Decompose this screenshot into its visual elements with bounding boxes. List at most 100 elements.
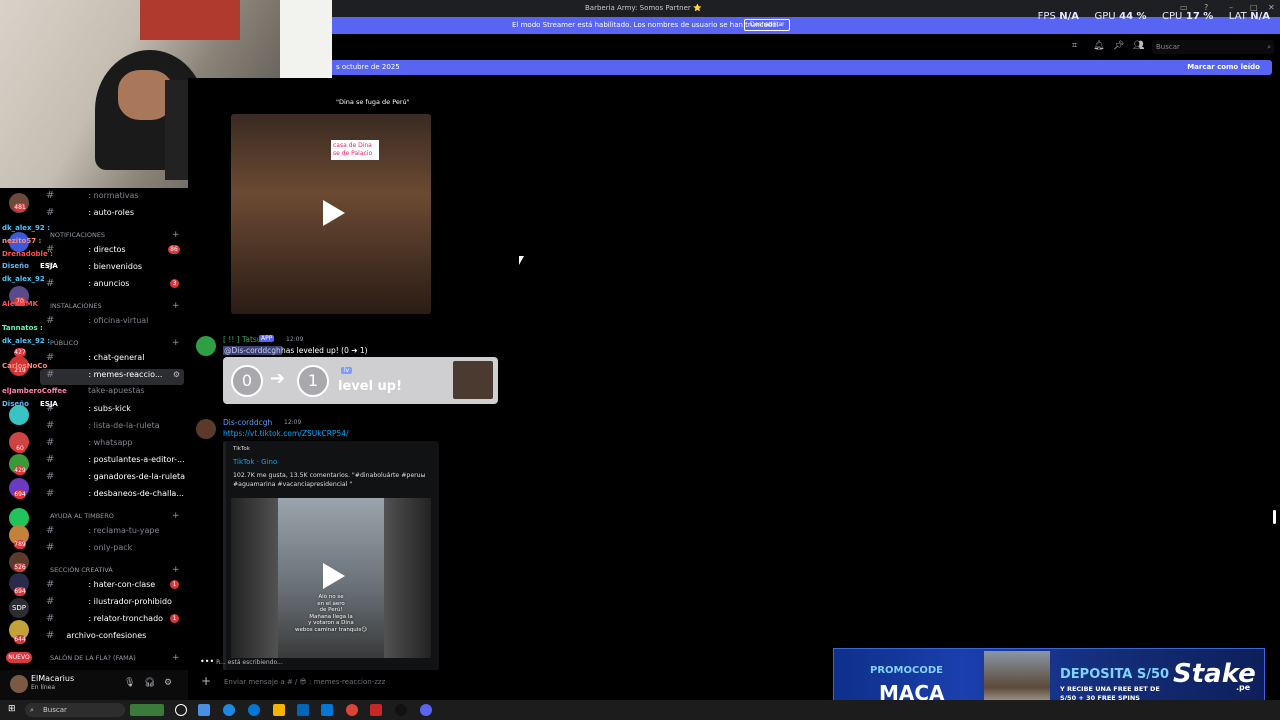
dis-username[interactable]: Dis-corddcgh [223, 418, 272, 427]
edge-icon[interactable] [248, 704, 260, 716]
channel-memes-reaccion[interactable]: # : memes-reaccio... ⚙ [40, 369, 184, 385]
channel-oficina-virtual[interactable]: #: oficina-virtual [46, 315, 148, 331]
scrollbar-thumb[interactable] [1273, 510, 1276, 524]
channel-ganadores[interactable]: #: ganadores-de-la-ruleta [46, 471, 185, 487]
hash-icon: # [46, 525, 55, 536]
video-caption: "Dina se fuga de Perú" [336, 98, 410, 106]
add-channel-icon[interactable]: + [172, 230, 180, 240]
channel-normativas[interactable]: #: normativas [46, 190, 139, 206]
embed-title[interactable]: TikTok · Gino [233, 458, 277, 466]
hash-icon: # [46, 596, 55, 607]
weather-widget-icon[interactable] [130, 704, 164, 716]
channel-relator-tronchado[interactable]: #: relator-tronchado [46, 613, 163, 629]
tatsu-avatar[interactable] [196, 336, 216, 356]
user-avatar[interactable] [10, 675, 28, 693]
unread-badge: 1 [170, 580, 179, 589]
copilot-icon[interactable] [223, 704, 235, 716]
play-icon[interactable] [323, 563, 345, 589]
server-icon[interactable] [9, 405, 29, 425]
threads-icon[interactable]: ⌗ [1072, 41, 1077, 51]
channel-archivo-confesiones[interactable]: # archivo-confesiones [46, 630, 146, 646]
dis-avatar[interactable] [196, 419, 216, 439]
category-ayuda-al-timbero[interactable]: AYUDA AL TIMBERO [50, 512, 114, 520]
add-channel-icon[interactable]: + [172, 511, 180, 521]
tatsu-username[interactable]: [ !! ] Tatsu [223, 335, 262, 344]
video-embed-1[interactable]: casa de Dina se de Palacio [231, 114, 431, 314]
channel-subs-kick[interactable]: #: subs-kick [46, 403, 131, 419]
channel-directos[interactable]: #: directos [46, 244, 126, 260]
fps-label: FPS [1037, 11, 1056, 22]
overlay-chat-name: CarlosNoCo [2, 362, 48, 370]
mark-as-read-button[interactable]: Marcar como leído [1187, 63, 1260, 71]
hash-icon: # [46, 369, 55, 380]
new-messages-bar[interactable]: s octubre de 2025 Marcar como leído [332, 60, 1272, 75]
overlay-chat-name: nezito57 : [2, 237, 42, 245]
task-view-icon[interactable] [198, 704, 210, 716]
obs-icon[interactable] [395, 704, 407, 716]
windows-start-icon[interactable]: ⊞ [8, 705, 17, 714]
attach-plus-icon[interactable]: + [201, 674, 211, 688]
category-salon-de-la-fama[interactable]: SALÓN DE LA FLA? (FAMA) [50, 654, 136, 662]
channel-postulantes[interactable]: #: postulantes-a-editor-... [46, 454, 185, 470]
channel-desbaneos[interactable]: #: desbaneos-de-challa... [46, 488, 184, 504]
store-icon[interactable] [297, 704, 309, 716]
channel-label: archivo-confesiones [66, 631, 147, 640]
category-instalaciones[interactable]: INSTALACIONES [50, 302, 102, 310]
discord-icon[interactable] [420, 704, 432, 716]
file-explorer-icon[interactable] [273, 704, 285, 716]
overlay-chat-name: dk_alex_92 [2, 275, 45, 283]
channel-label: : desbaneos-de-challa... [88, 489, 184, 498]
taskbar-search[interactable]: ⌕ Buscar [25, 703, 125, 717]
headphones-icon[interactable]: 🎧︎ [144, 678, 155, 688]
channel-lista-de-la-ruleta[interactable]: #: lista-de-la-ruleta [46, 420, 160, 436]
tiktok-link[interactable]: https://vt.tiktok.com/ZSUkCRP54/ [223, 429, 349, 438]
embed-description: #aguamarina #vacanciapresidencial " [233, 481, 353, 488]
mouse-cursor-icon [519, 256, 524, 265]
channel-only-pack[interactable]: #: only-pack [46, 542, 132, 558]
add-channel-icon[interactable]: + [172, 338, 180, 348]
settings-gear-icon[interactable]: ⚙ [164, 678, 172, 688]
channel-label: : auto-roles [88, 208, 134, 217]
chrome-icon[interactable] [346, 704, 358, 716]
add-channel-icon[interactable]: + [172, 301, 180, 311]
channel-label: : memes-reaccio... [88, 370, 163, 379]
channel-auto-roles[interactable]: #: auto-roles [46, 207, 134, 223]
add-channel-icon[interactable]: + [172, 653, 180, 663]
video-embed-2[interactable]: Aló no se en el aero de Perú! Mañana lle… [231, 498, 431, 658]
level-up-card: 0 ➔ 1 lv level up! [223, 357, 498, 404]
streamer-mode-text: El modo Streamer está habilitado. Los no… [512, 21, 779, 29]
play-icon[interactable] [323, 200, 345, 226]
ad-deposit-text: DEPOSITA S/50 [1060, 667, 1170, 682]
notification-bell-icon[interactable]: 🔔︎ [1093, 41, 1104, 51]
disable-streamer-button[interactable]: Deshabilitar [744, 19, 791, 31]
channel-label: : ilustrador-prohibido [88, 597, 172, 606]
channel-ilustrador-prohibido[interactable]: # : ilustrador-prohibido [46, 596, 172, 612]
cpu-value: 17 % [1185, 11, 1214, 22]
channel-reclama-tu-yape[interactable]: #: reclama-tu-yape [46, 525, 159, 541]
members-icon[interactable]: 👥︎ [1133, 41, 1144, 51]
microphone-icon[interactable]: 🎙︎ [124, 678, 135, 688]
pin-icon[interactable]: 📌︎ [1113, 41, 1124, 51]
category-seccion-creativa[interactable]: SECCIÓN CREATIVA [50, 566, 113, 574]
add-channel-icon[interactable]: + [172, 565, 180, 575]
channel-anuncios[interactable]: #: anuncios [46, 278, 129, 294]
channel-hater-con-clase[interactable]: #: hater-con-clase [46, 579, 155, 595]
user-avatar-thumbnail [453, 361, 493, 399]
user-mention[interactable]: @Dis-corddcgh [223, 346, 282, 355]
channel-bienvenidos[interactable]: #: bienvenidos [46, 261, 142, 277]
video-overlay-text: casa de Dina se de Palacio [331, 140, 379, 160]
hash-icon: # [46, 190, 55, 201]
channel-label: : only-pack [88, 543, 133, 552]
channel-whatsapp[interactable]: #: whatsapp [46, 437, 133, 453]
hash-icon: # [46, 471, 55, 482]
search-input[interactable]: Buscar ⌕ [1152, 40, 1274, 54]
server-icon-sdp[interactable]: SDP [9, 598, 29, 618]
settings-gear-icon[interactable]: ⚙ [173, 370, 180, 379]
cortana-icon[interactable] [175, 704, 187, 716]
app-icon[interactable] [370, 704, 382, 716]
outlook-icon[interactable] [321, 704, 333, 716]
category-notificaciones[interactable]: NOTIFICACIONES [50, 231, 105, 239]
channel-chat-general[interactable]: #: chat-general [46, 352, 144, 368]
category-publico[interactable]: PÚBLICO [50, 339, 78, 347]
channel-take-apuestas[interactable]: take-apuestas [88, 386, 145, 402]
